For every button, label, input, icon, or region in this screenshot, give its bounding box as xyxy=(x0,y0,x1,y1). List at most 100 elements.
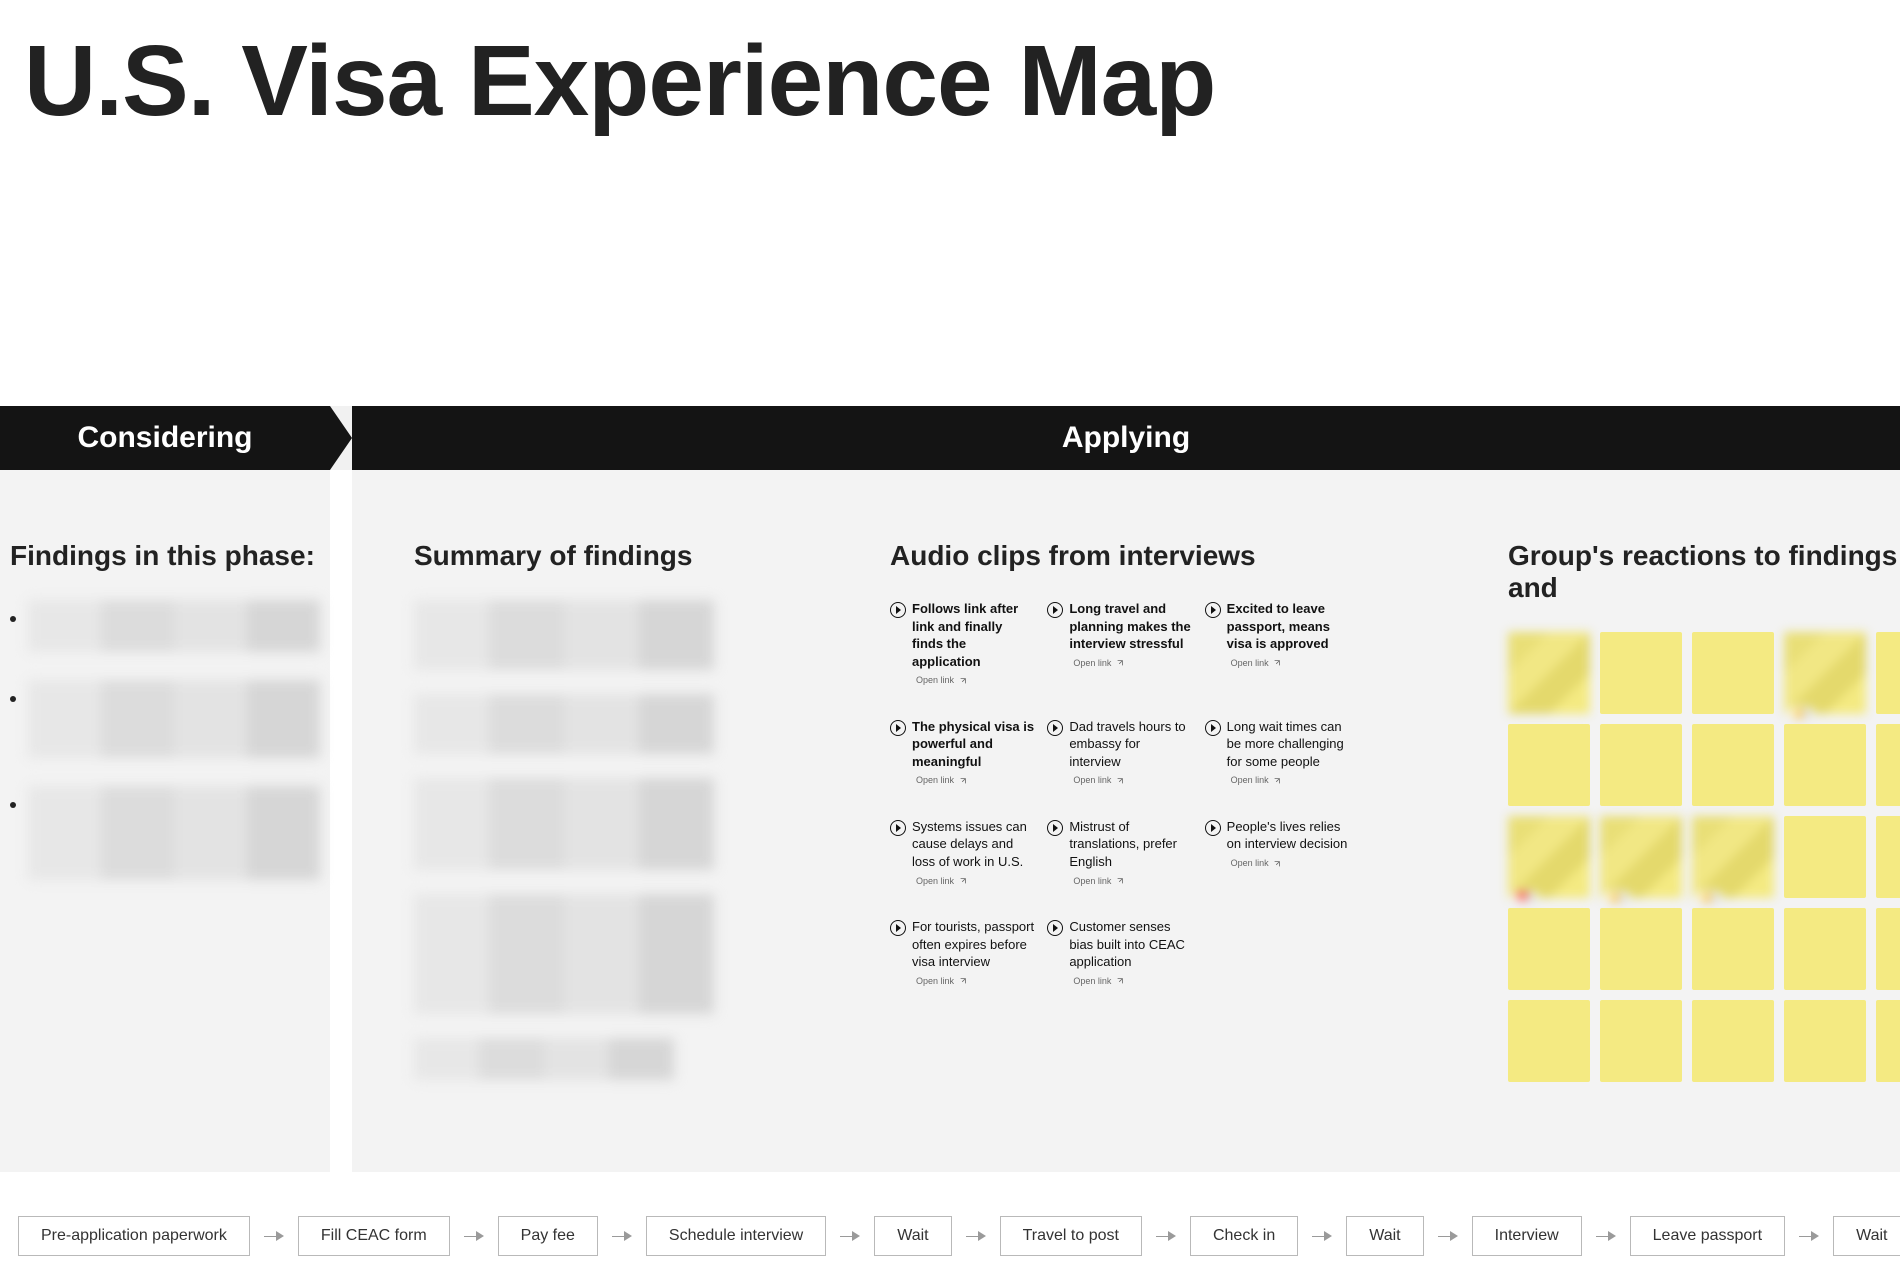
sticky-note[interactable]: 👍1 xyxy=(1784,632,1866,714)
timeline-step[interactable]: Fill CEAC form xyxy=(298,1216,450,1256)
experience-map-canvas: U.S. Visa Experience Map Considering App… xyxy=(0,0,1900,1272)
audio-clip[interactable]: Long wait times can be more challenging … xyxy=(1205,718,1350,788)
play-icon[interactable] xyxy=(1047,820,1063,836)
sticky-note[interactable] xyxy=(1784,724,1866,806)
arrow-icon xyxy=(966,1231,986,1241)
timeline-step[interactable]: Leave passport xyxy=(1630,1216,1785,1256)
audio-clip[interactable]: Long travel and planning makes the inter… xyxy=(1047,600,1192,688)
sticky-note[interactable]: ❤️1 xyxy=(1508,816,1590,898)
open-link[interactable]: Open link xyxy=(1073,875,1124,887)
sticky-note[interactable] xyxy=(1692,724,1774,806)
play-icon[interactable] xyxy=(1205,602,1221,618)
column-divider xyxy=(330,470,352,1172)
sticky-note[interactable] xyxy=(1876,908,1900,990)
timeline-step[interactable]: Interview xyxy=(1472,1216,1582,1256)
audio-clip[interactable]: People's lives relies on interview decis… xyxy=(1205,818,1350,888)
sticky-note[interactable] xyxy=(1692,908,1774,990)
open-link[interactable]: Open link xyxy=(1073,657,1124,669)
sticky-note[interactable] xyxy=(1600,1000,1682,1082)
sticky-note[interactable] xyxy=(1876,632,1900,714)
timeline-step[interactable]: Wait xyxy=(1346,1216,1423,1256)
audio-clip-text: Follows link after link and finally find… xyxy=(912,601,1018,669)
play-icon[interactable] xyxy=(1047,602,1063,618)
phase-tab-considering[interactable]: Considering xyxy=(0,406,330,470)
open-link[interactable]: Open link xyxy=(916,875,967,887)
timeline-step[interactable]: Check in xyxy=(1190,1216,1298,1256)
redacted-text xyxy=(28,680,320,758)
arrow-icon xyxy=(464,1231,484,1241)
timeline-step[interactable]: Schedule interview xyxy=(646,1216,826,1256)
play-icon[interactable] xyxy=(1047,720,1063,736)
finding-bullet xyxy=(10,680,320,758)
audio-clip-text: The physical visa is powerful and meanin… xyxy=(912,719,1034,769)
audio-clip-text: Long travel and planning makes the inter… xyxy=(1069,601,1190,651)
audio-clip[interactable]: Mistrust of translations, prefer English… xyxy=(1047,818,1192,888)
column-summary: Summary of findings xyxy=(414,470,774,1104)
play-icon[interactable] xyxy=(890,920,906,936)
open-link[interactable]: Open link xyxy=(1231,657,1282,669)
sticky-note[interactable] xyxy=(1784,908,1866,990)
timeline-step[interactable]: Wait xyxy=(874,1216,951,1256)
open-link[interactable]: Open link xyxy=(1231,857,1282,869)
sticky-note[interactable] xyxy=(1876,724,1900,806)
reaction-badge[interactable]: 👍1 xyxy=(1788,707,1814,720)
play-icon[interactable] xyxy=(890,820,906,836)
timeline-step[interactable]: Pay fee xyxy=(498,1216,598,1256)
phase-header-bar: Considering Applying xyxy=(0,406,1900,470)
play-icon[interactable] xyxy=(890,720,906,736)
play-icon[interactable] xyxy=(1047,920,1063,936)
sticky-note[interactable] xyxy=(1876,1000,1900,1082)
sticky-note[interactable] xyxy=(1784,1000,1866,1082)
audio-clip[interactable]: For tourists, passport often expires bef… xyxy=(890,918,1035,988)
open-link[interactable]: Open link xyxy=(916,674,967,686)
redacted-text xyxy=(414,694,714,754)
sticky-note[interactable] xyxy=(1600,724,1682,806)
sticky-note[interactable] xyxy=(1508,632,1590,714)
redacted-text xyxy=(28,600,320,652)
play-icon[interactable] xyxy=(890,602,906,618)
play-icon[interactable] xyxy=(1205,820,1221,836)
reaction-badge[interactable]: 👍1 xyxy=(1696,891,1722,904)
finding-bullet xyxy=(10,600,320,652)
reaction-badge[interactable]: 👍1 xyxy=(1604,891,1630,904)
sticky-note[interactable] xyxy=(1508,1000,1590,1082)
play-icon[interactable] xyxy=(1205,720,1221,736)
open-link[interactable]: Open link xyxy=(1073,975,1124,987)
sticky-note[interactable] xyxy=(1876,816,1900,898)
audio-clip-text: Customer senses bias built into CEAC app… xyxy=(1069,919,1185,969)
timeline-step[interactable]: Wait xyxy=(1833,1216,1900,1256)
bullet-dot-icon xyxy=(10,696,16,702)
audio-clip[interactable]: Systems issues can cause delays and loss… xyxy=(890,818,1035,888)
audio-clip-text: People's lives relies on interview decis… xyxy=(1227,819,1348,852)
open-link[interactable]: Open link xyxy=(1231,774,1282,786)
sticky-note[interactable]: 👍1 xyxy=(1600,816,1682,898)
arrow-icon xyxy=(1799,1231,1819,1241)
sticky-note[interactable] xyxy=(1508,908,1590,990)
phase-tab-applying[interactable]: Applying xyxy=(352,406,1900,470)
arrow-icon xyxy=(1312,1231,1332,1241)
timeline-step[interactable]: Travel to post xyxy=(1000,1216,1142,1256)
audio-clip[interactable]: The physical visa is powerful and meanin… xyxy=(890,718,1035,788)
redacted-text xyxy=(28,786,320,880)
open-link[interactable]: Open link xyxy=(1073,774,1124,786)
sticky-note[interactable] xyxy=(1692,1000,1774,1082)
audio-clip[interactable]: Customer senses bias built into CEAC app… xyxy=(1047,918,1192,988)
arrow-icon xyxy=(612,1231,632,1241)
column-audio-clips: Audio clips from interviews Follows link… xyxy=(890,470,1350,988)
sticky-note[interactable]: 👍1 xyxy=(1692,816,1774,898)
audio-clip[interactable]: Excited to leave passport, means visa is… xyxy=(1205,600,1350,688)
sticky-note[interactable] xyxy=(1600,908,1682,990)
redacted-text xyxy=(414,894,714,1014)
bullet-dot-icon xyxy=(10,616,16,622)
sticky-note[interactable] xyxy=(1508,724,1590,806)
sticky-note[interactable] xyxy=(1784,816,1866,898)
audio-clip[interactable]: Dad travels hours to embassy for intervi… xyxy=(1047,718,1192,788)
audio-clip[interactable]: Follows link after link and finally find… xyxy=(890,600,1035,688)
sticky-note[interactable] xyxy=(1600,632,1682,714)
open-link[interactable]: Open link xyxy=(916,774,967,786)
reaction-badge[interactable]: ❤️1 xyxy=(1512,891,1538,904)
sticky-note[interactable] xyxy=(1692,632,1774,714)
open-link[interactable]: Open link xyxy=(916,975,967,987)
arrow-icon xyxy=(1156,1231,1176,1241)
timeline-step[interactable]: Pre-application paperwork xyxy=(18,1216,250,1256)
